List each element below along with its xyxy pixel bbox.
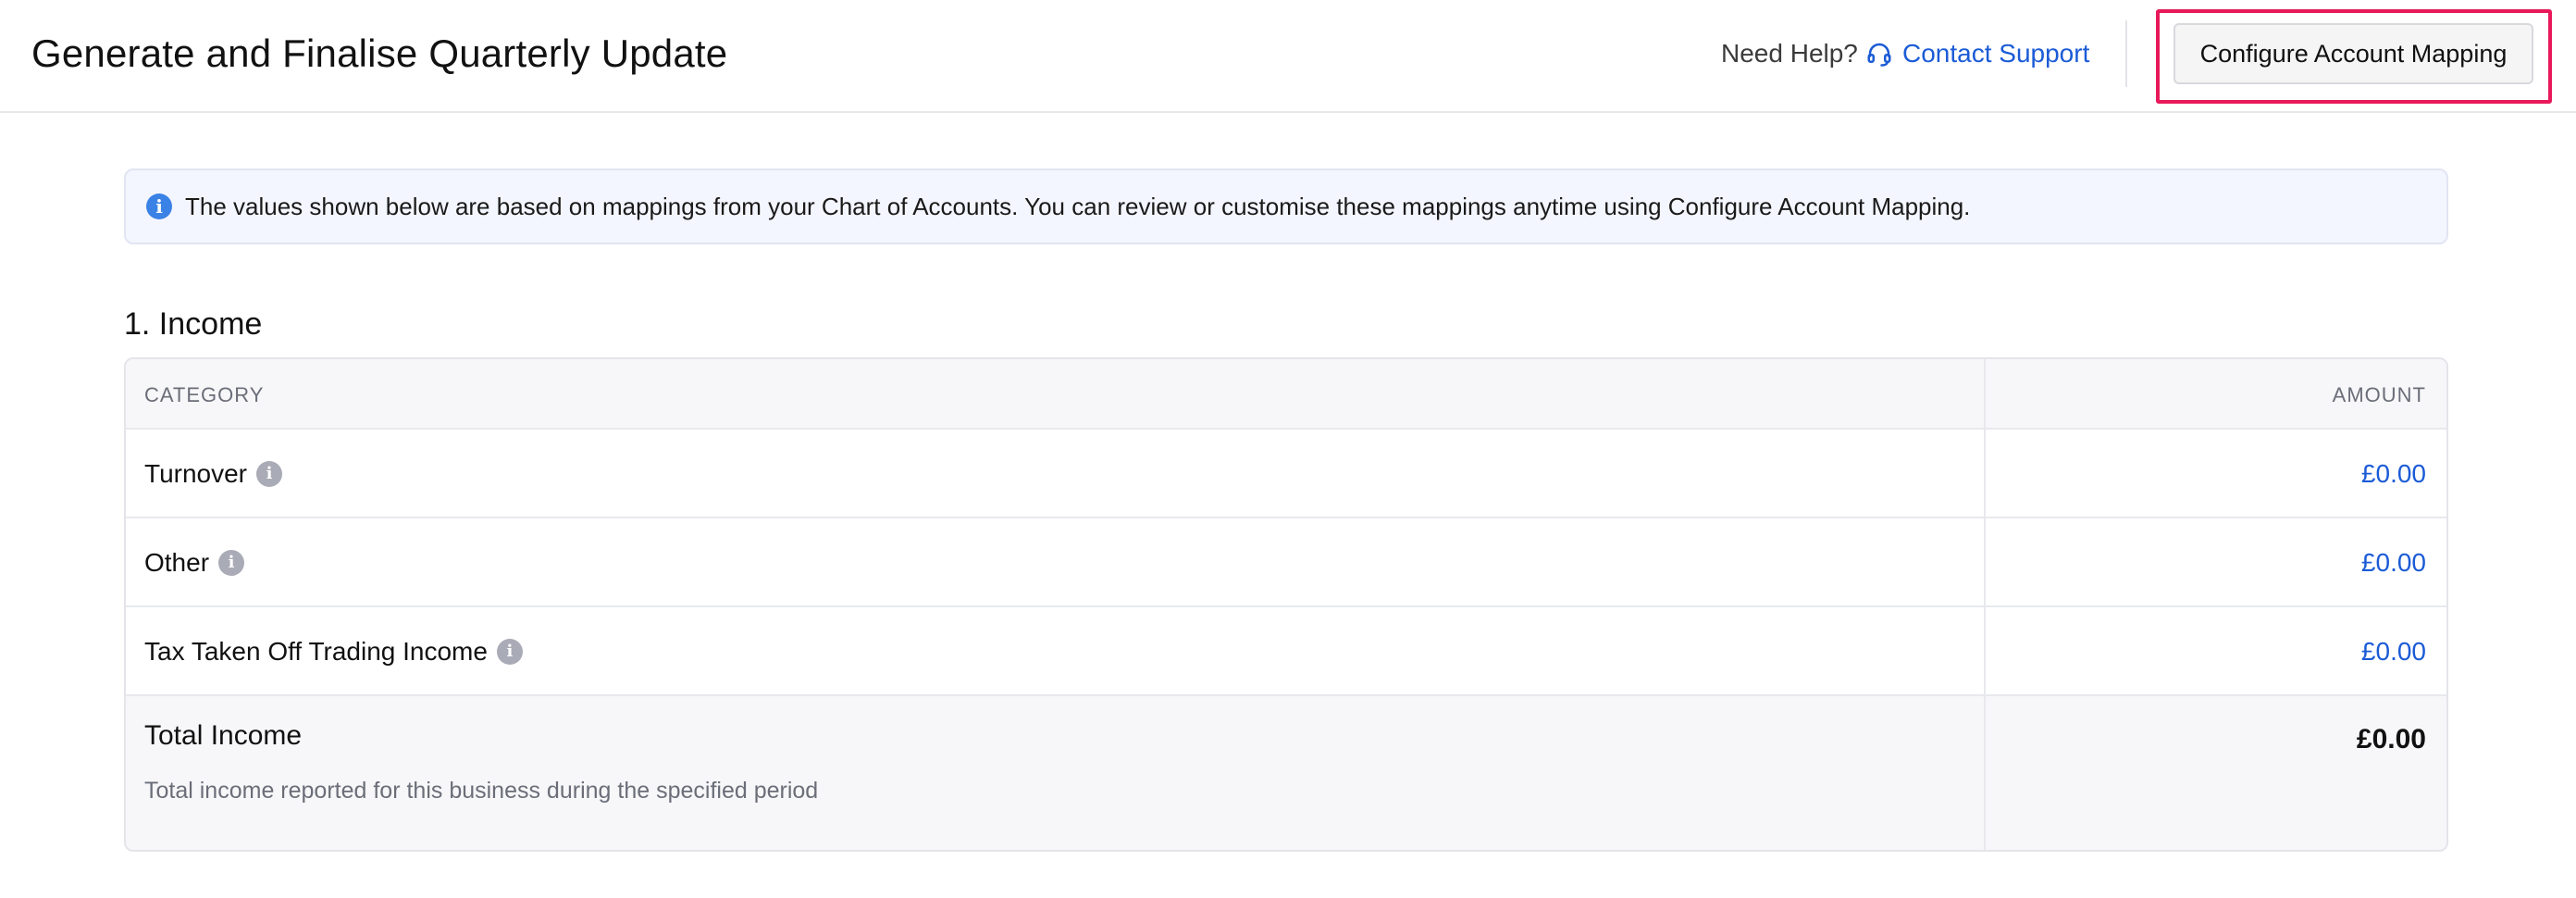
info-icon[interactable]: i [256,461,283,487]
table-row: Other i £0.00 [126,518,2446,607]
headset-icon [1867,43,1891,67]
column-header-amount: AMOUNT [2332,383,2426,406]
amount-link[interactable]: £0.00 [2361,458,2426,490]
page-header: Generate and Finalise Quarterly Update N… [0,0,2576,113]
page-title: Generate and Finalise Quarterly Update [31,31,728,75]
total-income-amount: £0.00 [2356,724,2426,755]
column-divider [1984,518,1986,605]
total-income-label: Total Income [144,720,303,751]
column-divider [1984,607,1986,694]
header-divider [2125,20,2127,87]
total-income-description: Total income reported for this business … [144,778,819,804]
info-icon[interactable]: i [496,639,523,665]
column-divider [1984,696,1986,850]
column-header-category: CATEGORY [144,383,265,406]
table-header-row: CATEGORY AMOUNT [126,359,2446,430]
info-icon[interactable]: i [218,550,245,576]
row-label-cell: Turnover i [144,458,283,490]
income-table: CATEGORY AMOUNT Turnover i £0.00 Other i… [124,357,2448,852]
column-divider [1984,430,1986,517]
row-label: Other [144,548,210,577]
contact-support-label: Contact Support [1902,39,2090,68]
column-divider [1984,359,1986,428]
total-row: Total Income Total income reported for t… [126,696,2446,850]
configure-account-mapping-button[interactable]: Configure Account Mapping [2174,23,2533,84]
info-icon: i [146,193,172,219]
need-help-text: Need Help? [1721,39,1858,68]
income-section-title: 1. Income [124,306,263,342]
row-label-cell: Tax Taken Off Trading Income i [144,636,523,667]
banner-text: The values shown below are based on mapp… [185,192,1971,220]
table-row: Turnover i £0.00 [126,430,2446,518]
contact-support-link[interactable]: Contact Support [1865,37,2089,70]
row-label-cell: Other i [144,547,245,579]
info-banner: i The values shown below are based on ma… [124,168,2448,244]
table-row: Tax Taken Off Trading Income i £0.00 [126,607,2446,696]
row-label: Tax Taken Off Trading Income [144,637,488,666]
amount-link[interactable]: £0.00 [2361,547,2426,579]
amount-link[interactable]: £0.00 [2361,636,2426,667]
row-label: Turnover [144,459,248,488]
